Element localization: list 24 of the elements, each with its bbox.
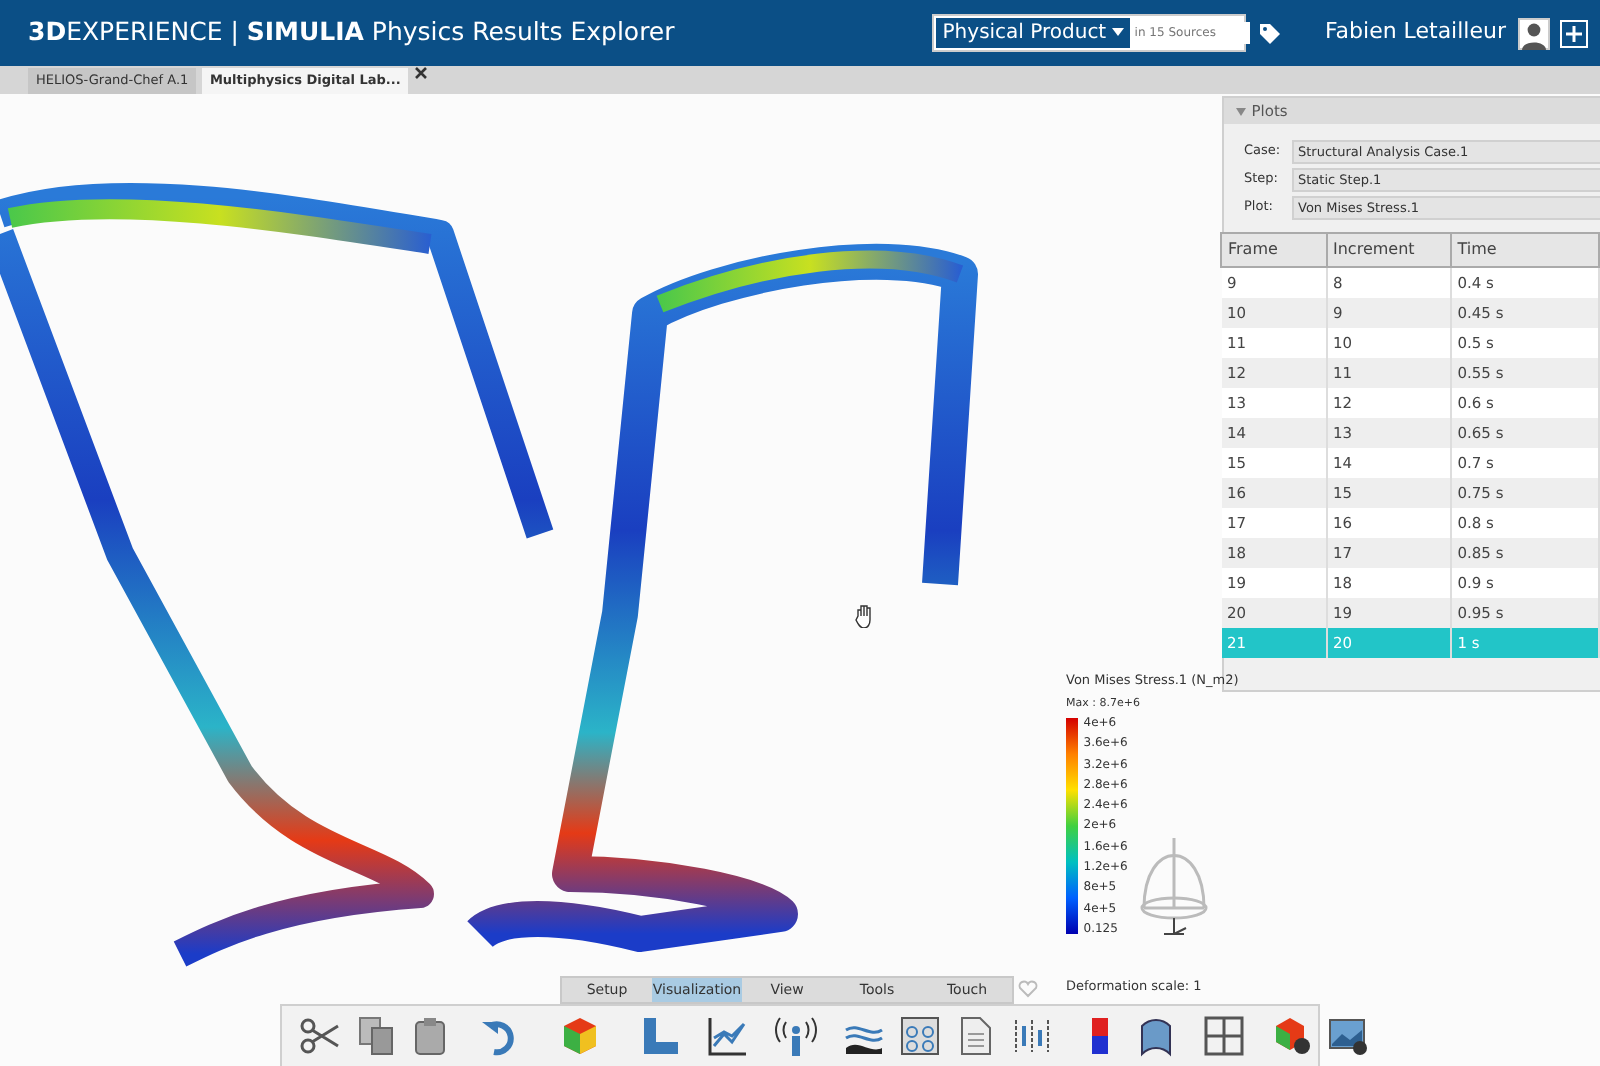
- column-header[interactable]: Frame: [1221, 233, 1326, 268]
- column-header[interactable]: Time: [1450, 233, 1599, 268]
- user-avatar-icon[interactable]: [1517, 17, 1549, 49]
- collapse-icon: [1236, 107, 1246, 116]
- l-shape-icon[interactable]: [638, 1014, 682, 1058]
- cut-icon[interactable]: [298, 1014, 342, 1058]
- colored-cube-icon[interactable]: [558, 1014, 602, 1058]
- image-gear-icon[interactable]: [1326, 1014, 1370, 1058]
- scope-dropdown[interactable]: Physical Product: [936, 18, 1131, 48]
- sensor-icon[interactable]: [774, 1014, 818, 1058]
- close-icon[interactable]: [414, 66, 429, 80]
- column-header[interactable]: Increment: [1326, 233, 1451, 268]
- cube-gear-icon[interactable]: [1270, 1014, 1314, 1058]
- dot-grid-icon[interactable]: [898, 1014, 942, 1058]
- grid-layout-icon[interactable]: [1202, 1014, 1246, 1058]
- line-chart-icon[interactable]: [706, 1014, 750, 1058]
- user-name: Fabien Letailleur: [1324, 16, 1506, 49]
- copy-icon[interactable]: [354, 1014, 398, 1058]
- tag-icon[interactable]: [1257, 21, 1282, 45]
- hand-cursor-icon: [854, 604, 874, 628]
- add-icon[interactable]: [1560, 19, 1588, 47]
- app-title: 3DEXPERIENCE | SIMULIA Physics Results Explorer: [28, 14, 675, 51]
- columns-icon[interactable]: [1010, 1014, 1054, 1058]
- caret-icon: [1112, 28, 1125, 37]
